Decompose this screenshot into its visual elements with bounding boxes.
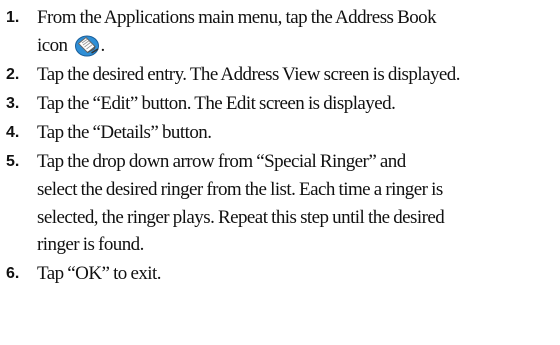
step-text: select the desired ringer from the list.… [37, 178, 443, 200]
step-number: 5. [6, 153, 20, 171]
step-6: 6. Tap “OK” to exit. [0, 260, 560, 288]
step-number: 6. [6, 265, 20, 283]
step-3: 3. Tap the “Edit” button. The Edit scree… [0, 90, 560, 118]
step-text: Tap “OK” to exit. [37, 263, 162, 285]
step-text: selected, the ringer plays. Repeat this … [37, 206, 445, 228]
step-text: From the Applications main menu, tap the… [37, 7, 437, 28]
step-text: Tap the “Details” button. [37, 122, 212, 144]
step-number: 3. [6, 94, 20, 112]
step-number: 4. [6, 124, 20, 142]
step-4: 4. Tap the “Details” button. [0, 119, 560, 147]
step-number: 1. [6, 9, 20, 26]
address-book-icon [74, 32, 100, 58]
step-text-fragment: icon [37, 34, 68, 56]
instruction-steps: 1. From the Applications main menu, tap … [0, 4, 560, 290]
step-text-fragment: . [100, 34, 106, 56]
step-2: 2. Tap the desired entry. The Address Vi… [0, 61, 560, 89]
step-number: 2. [6, 65, 20, 83]
step-1: 1. From the Applications main menu, tap … [0, 4, 560, 59]
step-text: Tap the drop down arrow from “Special Ri… [37, 151, 406, 173]
step-text: icon . [37, 32, 560, 60]
step-text: Tap the “Edit” button. The Edit screen i… [37, 92, 396, 114]
step-text: Tap the desired entry. The Address View … [37, 63, 461, 85]
step-text: ringer is found. [37, 234, 144, 256]
step-5: 5. Tap the drop down arrow from “Special… [0, 148, 560, 258]
